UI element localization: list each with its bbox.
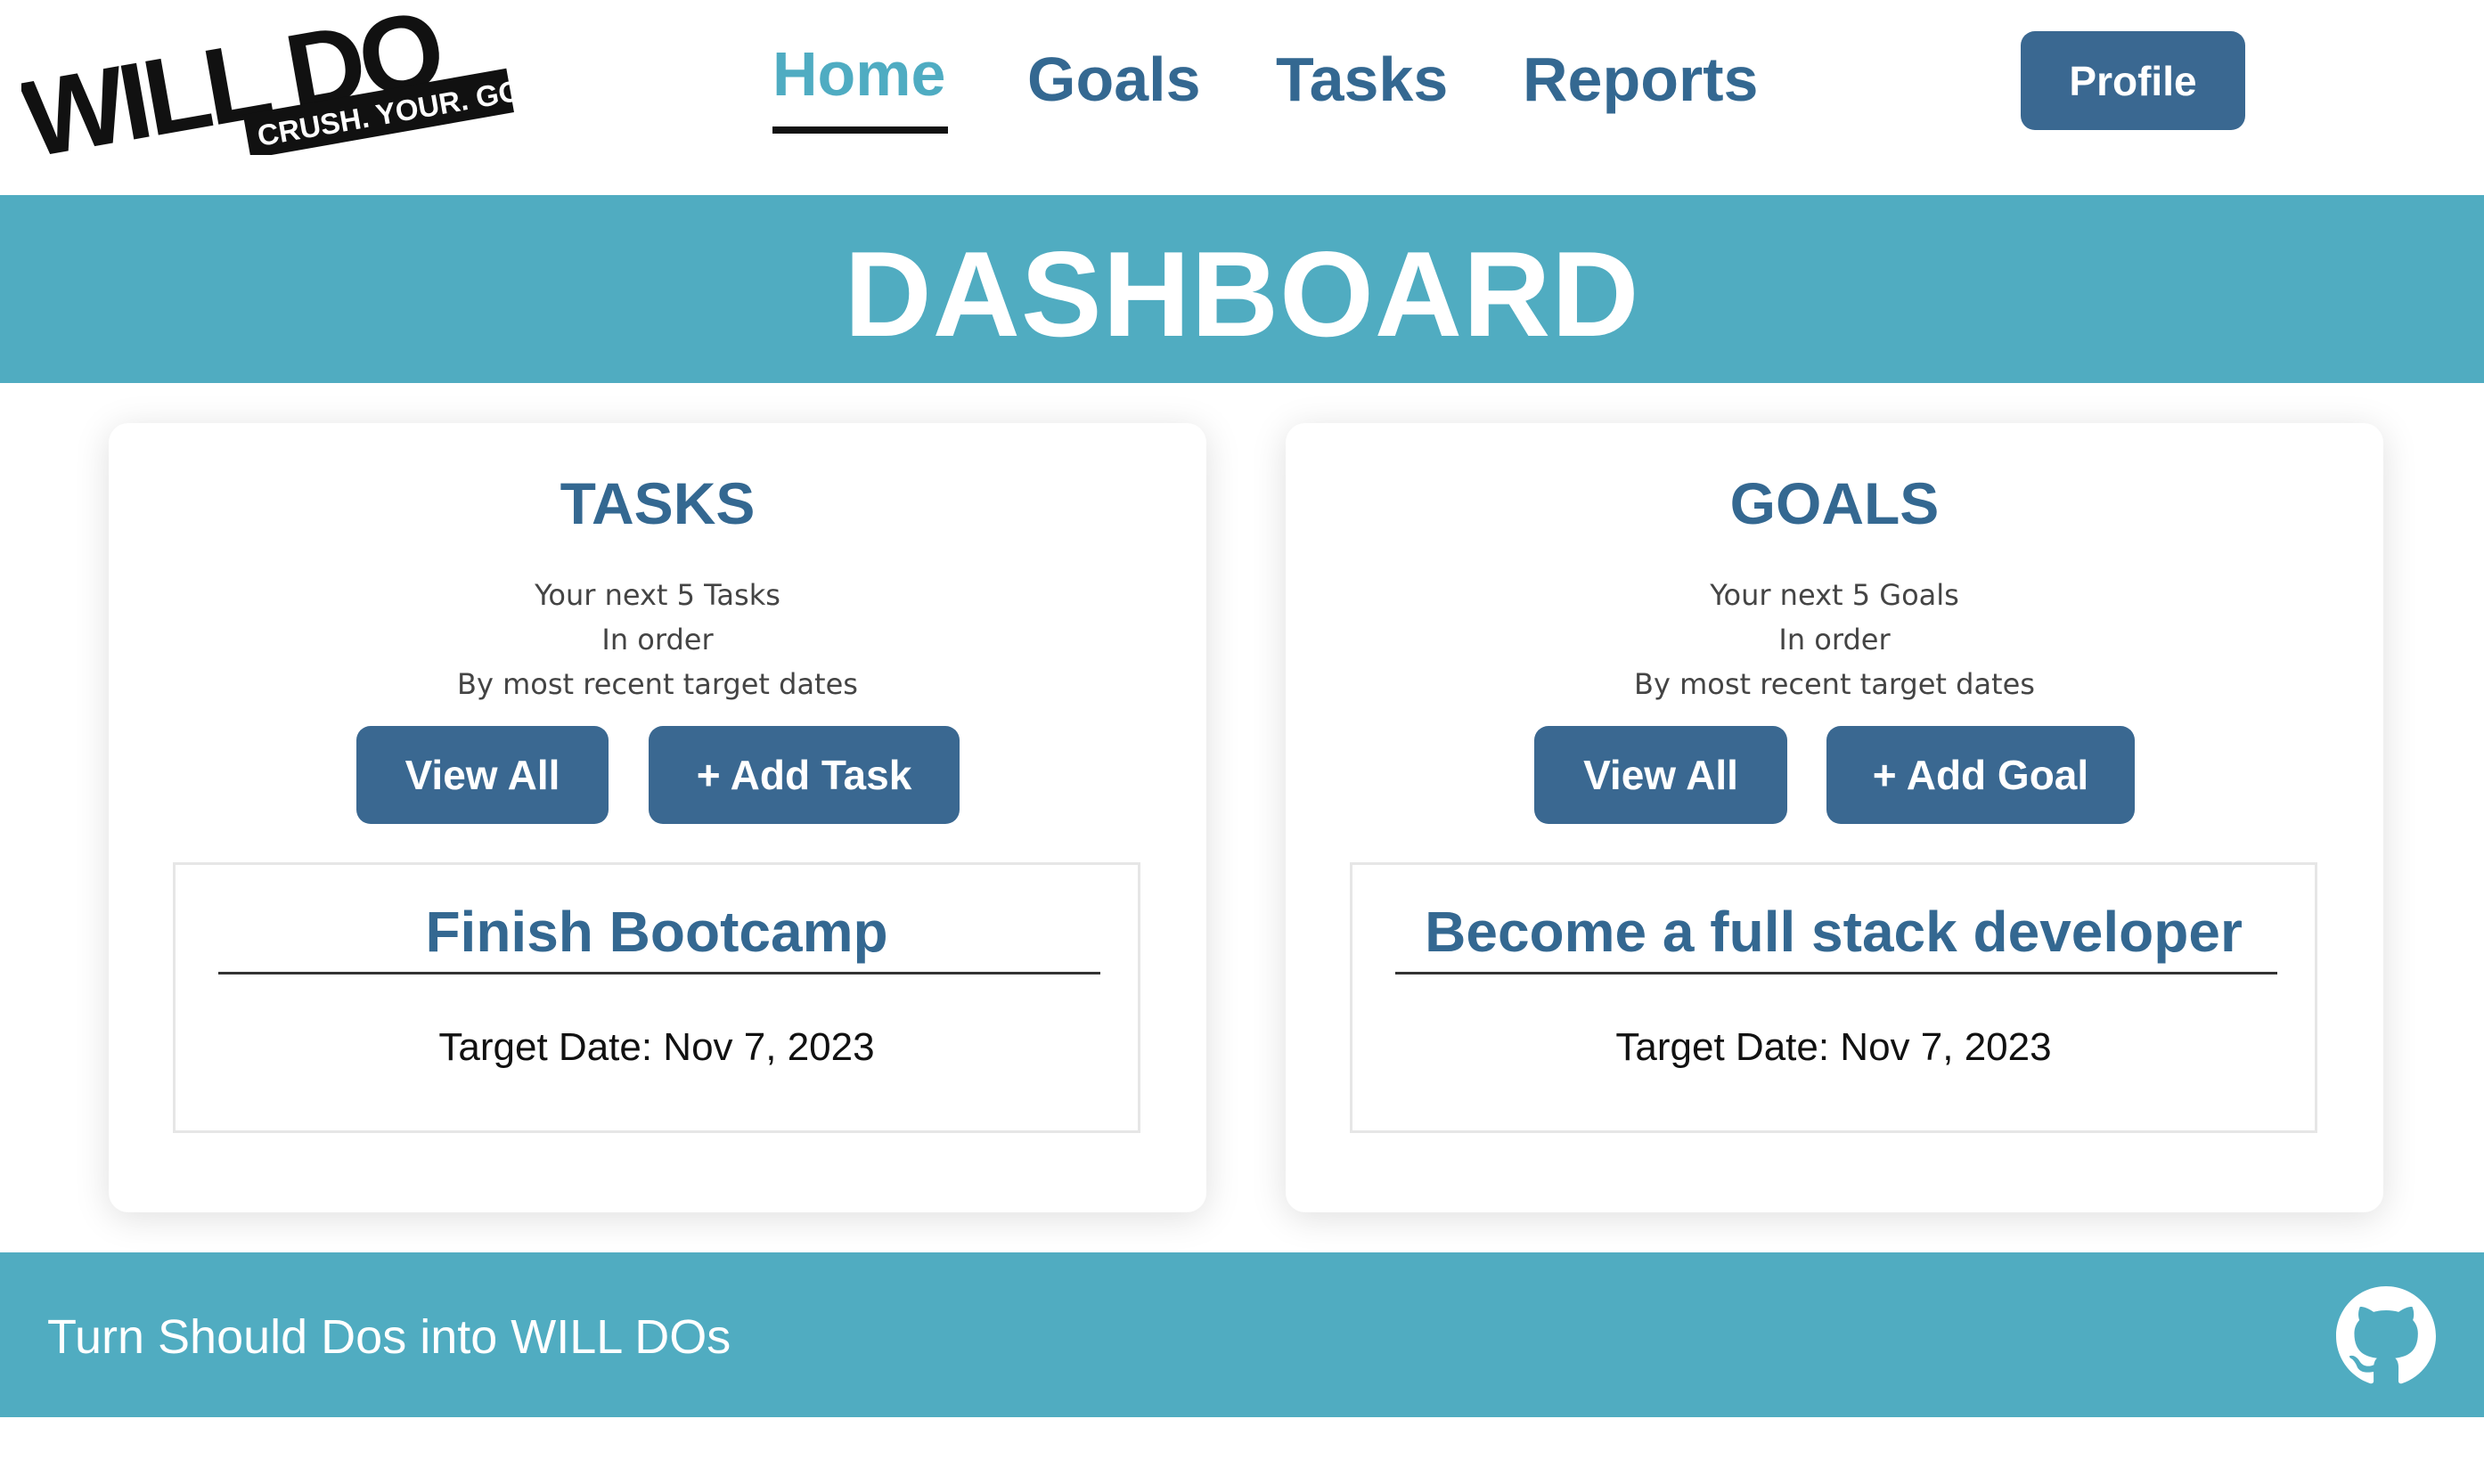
tasks-card-title: TASKS	[560, 470, 756, 536]
tasks-card: TASKS Your next 5 Tasks In order By most…	[109, 423, 1206, 1212]
goal-item-target-date: Target Date: Nov 7, 2023	[1615, 1025, 2052, 1069]
task-item-title[interactable]: Finish Bootcamp	[176, 896, 1138, 967]
tasks-card-description-line: By most recent target dates	[457, 667, 858, 701]
nav-link-home[interactable]: Home	[772, 34, 945, 114]
github-icon[interactable]	[2336, 1286, 2436, 1386]
profile-button[interactable]: Profile	[2021, 31, 2245, 130]
footer-tagline: Turn Should Dos into WILL DOs	[47, 1310, 731, 1364]
top-navigation: WILL DO CRUSH. YOUR. GOALS. Home Goals T…	[0, 0, 2484, 195]
goal-item-title[interactable]: Become a full stack developer	[1352, 896, 2315, 967]
goals-card-description-line: By most recent target dates	[1634, 667, 2035, 701]
goals-card-title: GOALS	[1729, 470, 1940, 536]
task-item-target-date: Target Date: Nov 7, 2023	[438, 1025, 875, 1069]
task-list-item[interactable]: Finish Bootcamp Target Date: Nov 7, 2023	[173, 862, 1140, 1133]
tasks-card-description-line: In order	[601, 623, 714, 656]
will-do-logo[interactable]: WILL DO CRUSH. YOUR. GOALS.	[21, 12, 520, 155]
nav-link-tasks[interactable]: Tasks	[1276, 39, 1448, 119]
nav-active-underline	[772, 126, 948, 134]
goals-card: GOALS Your next 5 Goals In order By most…	[1286, 423, 2383, 1212]
add-goal-button[interactable]: + Add Goal	[1826, 726, 2135, 824]
nav-link-reports[interactable]: Reports	[1523, 39, 1758, 119]
goals-card-description-line: Your next 5 Goals	[1710, 578, 1959, 612]
goals-card-description-line: In order	[1778, 623, 1891, 656]
page-title: DASHBOARD	[844, 225, 1640, 362]
goal-item-divider	[1395, 972, 2277, 974]
dashboard-banner: DASHBOARD	[0, 195, 2484, 383]
goal-list-item[interactable]: Become a full stack developer Target Dat…	[1350, 862, 2317, 1133]
add-task-button[interactable]: + Add Task	[649, 726, 960, 824]
view-all-tasks-button[interactable]: View All	[356, 726, 609, 824]
task-item-divider	[218, 972, 1100, 974]
view-all-goals-button[interactable]: View All	[1534, 726, 1787, 824]
footer: Turn Should Dos into WILL DOs	[0, 1252, 2484, 1417]
nav-link-goals[interactable]: Goals	[1027, 39, 1201, 119]
tasks-card-description-line: Your next 5 Tasks	[535, 578, 780, 612]
